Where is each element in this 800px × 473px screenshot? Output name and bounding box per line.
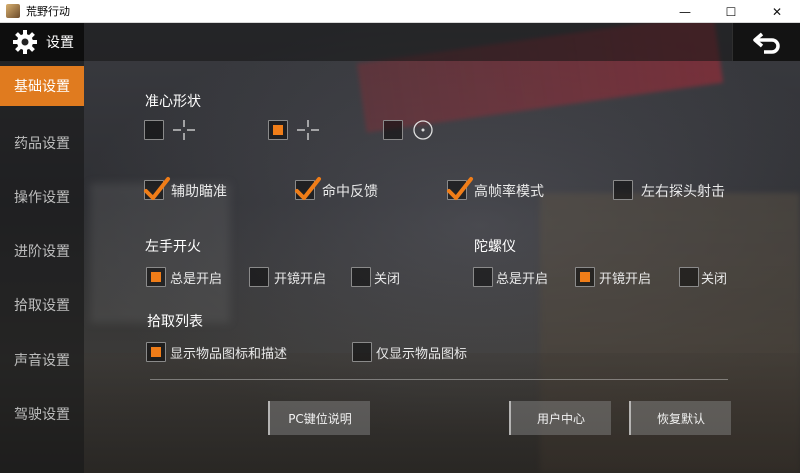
gyro-scope-label: 开镜开启 [599, 272, 652, 287]
crosshair-option-3-checkbox[interactable] [383, 120, 403, 140]
pickup-icon-only-checkbox[interactable] [352, 342, 372, 362]
user-center-button[interactable]: 用户中心 [509, 401, 611, 435]
maximize-button[interactable]: ☐ [708, 0, 754, 23]
minimize-button[interactable]: — [662, 0, 708, 23]
back-arrow-icon [752, 32, 780, 54]
high-fps-checkbox[interactable] [447, 177, 473, 200]
sidebar-item-pickup[interactable]: 拾取设置 [0, 285, 84, 325]
window-controls: — ☐ ✕ [662, 0, 800, 23]
gyro-off-checkbox[interactable] [679, 267, 699, 287]
sidebar-item-basic[interactable]: 基础设置 [0, 66, 84, 106]
sidebar-item-driving[interactable]: 驾驶设置 [0, 394, 84, 434]
sidebar-item-sound[interactable]: 声音设置 [0, 340, 84, 380]
reset-defaults-button[interactable]: 恢复默认 [629, 401, 731, 435]
settings-panel: 设置 基础设置 药品设置 操作设置 进阶设置 拾取设置 声音设置 驾驶设置 准心… [0, 23, 800, 473]
crosshair-dot-circle-icon [413, 120, 433, 140]
lean-shoot-checkbox[interactable] [613, 180, 633, 200]
sidebar-item-controls[interactable]: 操作设置 [0, 177, 84, 217]
checkmark-icon [144, 177, 170, 200]
left-fire-always-checkbox[interactable] [146, 267, 166, 287]
window-titlebar: 荒野行动 — ☐ ✕ [0, 0, 800, 23]
checkmark-icon [447, 177, 473, 200]
close-button[interactable]: ✕ [754, 0, 800, 23]
crosshair-option-1-checkbox[interactable] [144, 120, 164, 140]
left-fire-scope-label: 开镜开启 [274, 272, 327, 287]
left-fire-always-label: 总是开启 [170, 272, 223, 287]
crosshair-gap-icon [173, 120, 195, 140]
crosshair-gap-icon [297, 120, 319, 140]
left-fire-off-checkbox[interactable] [351, 267, 371, 287]
left-fire-off-label: 关闭 [374, 272, 401, 287]
back-button[interactable] [732, 23, 800, 61]
hit-feedback-checkbox[interactable] [295, 177, 321, 200]
checkmark-icon [295, 177, 321, 200]
gyro-always-label: 总是开启 [496, 272, 549, 287]
aim-assist-checkbox[interactable] [144, 177, 170, 200]
sidebar-item-medicine[interactable]: 药品设置 [0, 123, 84, 163]
pickup-list-section-title: 拾取列表 [147, 314, 203, 330]
gyro-off-label: 关闭 [701, 272, 728, 287]
gyro-always-checkbox[interactable] [473, 267, 493, 287]
pickup-icon-only-label: 仅显示物品图标 [376, 347, 468, 362]
settings-sidebar: 设置 基础设置 药品设置 操作设置 进阶设置 拾取设置 声音设置 驾驶设置 [0, 23, 84, 473]
crosshair-section-title: 准心形状 [145, 94, 201, 110]
pickup-show-icon-desc-checkbox[interactable] [146, 342, 166, 362]
left-fire-scope-checkbox[interactable] [249, 267, 269, 287]
lean-shoot-label: 左右探头射击 [641, 184, 725, 200]
pickup-show-icon-desc-label: 显示物品图标和描述 [170, 347, 288, 362]
gyro-section-title: 陀螺仪 [474, 239, 516, 255]
left-fire-section-title: 左手开火 [145, 239, 201, 255]
sidebar-item-advanced[interactable]: 进阶设置 [0, 231, 84, 271]
high-fps-label: 高帧率模式 [474, 184, 544, 200]
pc-keys-help-button[interactable]: PC键位说明 [268, 401, 370, 435]
app-icon [6, 4, 20, 18]
section-divider [150, 379, 728, 380]
settings-header: 设置 [0, 23, 84, 61]
crosshair-option-2-checkbox[interactable] [268, 120, 288, 140]
aim-assist-label: 辅助瞄准 [171, 184, 227, 200]
hit-feedback-label: 命中反馈 [322, 184, 378, 200]
gyro-scope-checkbox[interactable] [575, 267, 595, 287]
gear-icon [13, 30, 37, 54]
settings-topbar [84, 23, 800, 61]
settings-title: 设置 [46, 35, 74, 51]
window-title: 荒野行动 [26, 5, 70, 18]
